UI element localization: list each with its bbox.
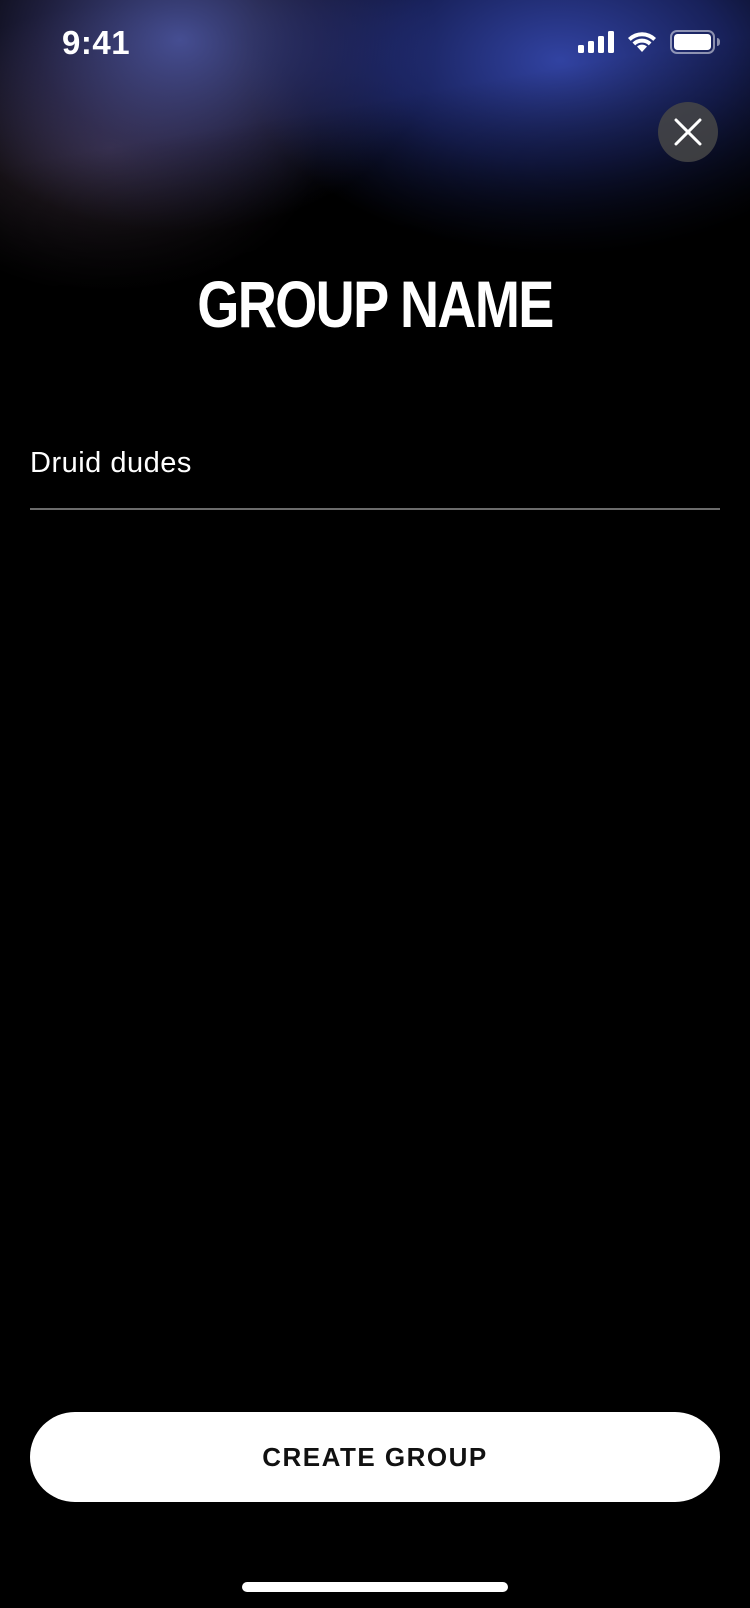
- home-indicator: [242, 1582, 508, 1592]
- close-icon: [674, 118, 702, 146]
- signal-icon: [578, 31, 614, 53]
- close-button[interactable]: [658, 102, 718, 162]
- page-title: GROUP NAME: [197, 267, 554, 341]
- create-group-button[interactable]: CREATE GROUP: [30, 1412, 720, 1502]
- group-name-field[interactable]: [30, 420, 720, 510]
- status-bar: 9:41: [0, 0, 750, 90]
- group-name-input[interactable]: [30, 420, 720, 488]
- status-icons: [578, 30, 720, 54]
- status-time: 9:41: [62, 24, 131, 61]
- battery-icon: [670, 30, 720, 54]
- wifi-icon: [628, 32, 656, 52]
